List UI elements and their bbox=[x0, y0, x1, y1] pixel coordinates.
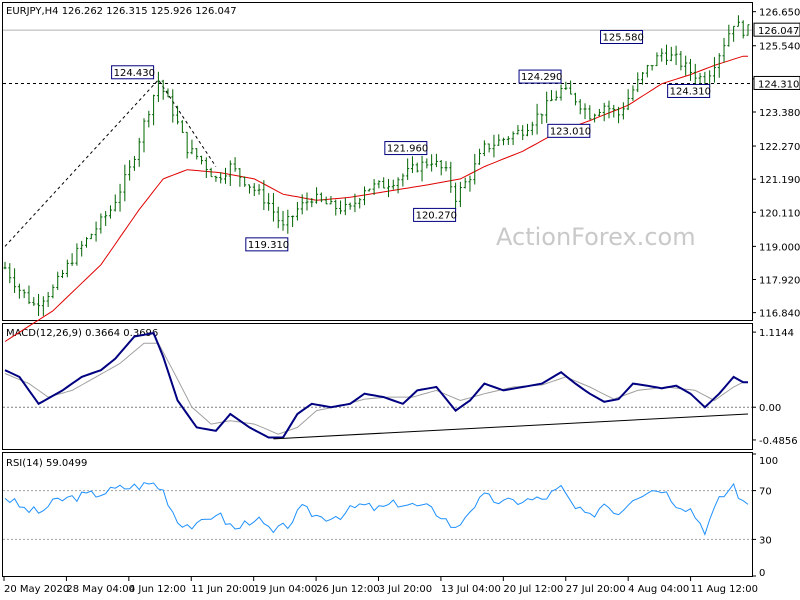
current-price-label: 126.047 bbox=[758, 26, 799, 37]
x-tick-label: 4 Aug 04:00 bbox=[628, 584, 689, 595]
pivot-label: 119.310 bbox=[248, 240, 289, 251]
price-ytick-label: 125.540 bbox=[759, 42, 800, 53]
macd-trendline bbox=[273, 413, 749, 440]
x-tick-label: 20 May 2020 bbox=[4, 584, 69, 595]
price-ytick-label: 122.270 bbox=[759, 142, 800, 153]
x-tick-label: 19 Jun 04:00 bbox=[254, 584, 318, 595]
macd-ytick-label: 1.1144 bbox=[759, 328, 794, 339]
rsi-ytick-label: 70 bbox=[759, 487, 772, 498]
price-layer: 124.430 119.310 121.960 120.270 124.290 123.0… bbox=[3, 15, 752, 342]
chart-svg: ActionForex.com EURJPY,H4 126.262 126.31… bbox=[2, 2, 800, 595]
price-ytick-label: 116.840 bbox=[759, 309, 800, 320]
pivot-label: 123.010 bbox=[550, 126, 591, 137]
rsi-ytick-label: 0 bbox=[759, 568, 765, 579]
horizontal-level-label: 124.310 bbox=[758, 79, 799, 90]
rsi-ytick-label: 30 bbox=[759, 535, 772, 546]
sma-line bbox=[4, 55, 748, 342]
price-ytick-label: 119.000 bbox=[759, 242, 800, 253]
price-ytick-label: 120.110 bbox=[759, 208, 800, 219]
price-panel-frame bbox=[2, 2, 753, 321]
pivot-label: 120.270 bbox=[416, 210, 457, 221]
macd-ytick-label: 0.00 bbox=[759, 403, 781, 414]
macd-line bbox=[4, 331, 748, 439]
pivot-label: 121.960 bbox=[387, 144, 428, 155]
pivot-label: 124.430 bbox=[114, 68, 155, 79]
x-tick-label: 11 Jun 20:00 bbox=[191, 584, 255, 595]
rsi-title: RSI(14) 59.0499 bbox=[6, 458, 87, 469]
price-ytick-label: 126.650 bbox=[759, 8, 800, 19]
watermark: ActionForex.com bbox=[496, 223, 696, 251]
macd-panel-frame bbox=[2, 323, 753, 450]
pivot-label: 124.290 bbox=[521, 72, 562, 83]
price-ytick-label: 117.920 bbox=[759, 276, 800, 287]
x-tick-label: 13 Jul 04:00 bbox=[441, 584, 501, 595]
zigzag-dashed-line bbox=[4, 78, 217, 247]
rsi-ytick-label: 100 bbox=[759, 456, 778, 467]
x-tick-label: 4 Jun 12:00 bbox=[129, 584, 186, 595]
x-tick-label: 20 Jul 12:00 bbox=[503, 584, 563, 595]
price-ytick-label: 123.380 bbox=[759, 108, 800, 119]
price-ytick-label: 121.190 bbox=[759, 175, 800, 186]
x-tick-label: 27 Jul 20:00 bbox=[566, 584, 626, 595]
pivot-label: 125.580 bbox=[603, 32, 644, 43]
macd-title: MACD(12,26,9) 0.3664 0.3696 bbox=[6, 328, 158, 339]
x-tick-label: 3 Jul 20:00 bbox=[379, 584, 433, 595]
pivot-label: 124.310 bbox=[670, 86, 711, 97]
x-tick-label: 26 Jun 12:00 bbox=[316, 584, 380, 595]
rsi-panel-frame bbox=[2, 452, 753, 577]
x-tick-label: 28 May 04:00 bbox=[66, 584, 135, 595]
macd-layer bbox=[3, 331, 752, 440]
rsi-layer bbox=[3, 482, 752, 540]
price-header: EURJPY,H4 126.262 126.315 125.926 126.04… bbox=[6, 6, 237, 17]
macd-ytick-label: -0.4856 bbox=[759, 436, 798, 447]
x-tick-label: 11 Aug 12:00 bbox=[691, 584, 758, 595]
